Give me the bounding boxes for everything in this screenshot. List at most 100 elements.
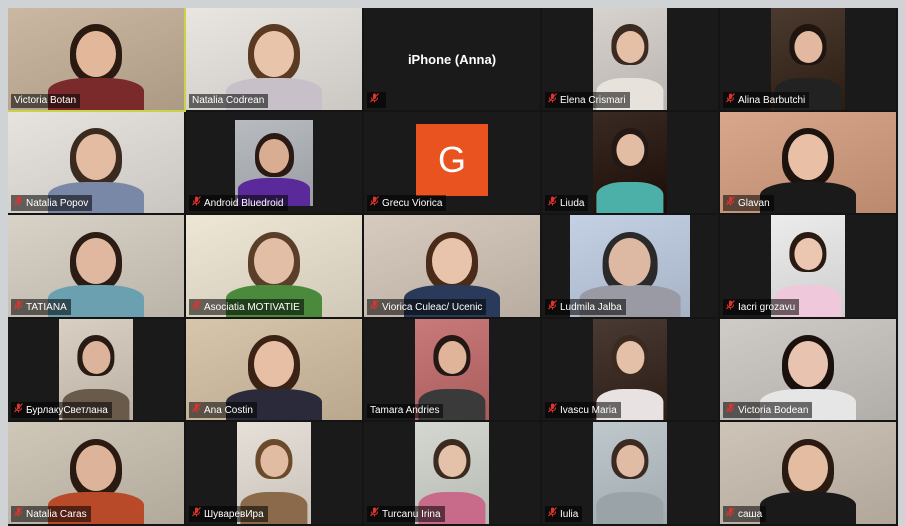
- participant-name-text: Android Bluedroid: [204, 198, 284, 210]
- mic-off-icon: [726, 403, 735, 413]
- participant-tile[interactable]: Victoria Bodean: [720, 318, 898, 423]
- video-feed: [593, 111, 667, 214]
- muted-microphone-icon: [726, 299, 735, 314]
- mic-off-icon: [192, 196, 201, 206]
- participant-name-label: Natalia Codrean: [189, 93, 269, 108]
- muted-microphone-icon: [192, 507, 201, 521]
- participant-tile[interactable]: Liuda: [542, 111, 720, 216]
- participant-tile[interactable]: TATIANA: [8, 215, 186, 319]
- participant-name-text: ШуваревИра: [204, 508, 264, 520]
- participant-tile[interactable]: Glavan: [720, 111, 898, 216]
- muted-microphone-icon: [370, 196, 379, 210]
- participant-name-text: Natalia Caras: [26, 508, 87, 520]
- participant-tile[interactable]: Iulia: [542, 422, 720, 526]
- participant-tile[interactable]: Alina Barbutchi: [720, 8, 898, 112]
- mic-off-icon: [548, 92, 557, 103]
- participant-name-text: Alina Barbutchi: [738, 94, 806, 106]
- participant-tile[interactable]: Natalia Popov: [8, 111, 186, 216]
- mic-off-icon: [192, 507, 201, 517]
- muted-microphone-icon: [370, 92, 379, 107]
- participant-name-label: Liuda: [545, 195, 589, 212]
- mic-off-icon: [370, 507, 379, 517]
- participant-name-label: саша: [723, 505, 767, 522]
- participant-tile[interactable]: БурлакуСветлана: [8, 318, 186, 423]
- participant-tile[interactable]: Ludmila Jalba: [542, 215, 720, 319]
- participant-tile[interactable]: iPhone (Anna): [364, 8, 542, 112]
- participant-name-label: Alina Barbutchi: [723, 91, 810, 108]
- participant-name-label: Viorica Culeac/ Ucenic: [367, 298, 487, 315]
- mic-off-icon: [192, 403, 201, 413]
- participant-tile[interactable]: Ana Costin: [186, 318, 364, 423]
- participant-tile[interactable]: Ivascu Maria: [542, 318, 720, 423]
- mic-off-icon: [548, 196, 557, 206]
- participant-tile[interactable]: Elena Crismari: [542, 8, 720, 112]
- participant-tile[interactable]: саша: [720, 422, 898, 526]
- participant-tile[interactable]: Natalia Codrean: [186, 8, 364, 112]
- participant-name-label: Ludmila Jalba: [545, 298, 626, 315]
- participant-name-label: Iulia: [545, 505, 583, 522]
- participant-name-label: Natalia Caras: [11, 505, 91, 522]
- participant-person: [760, 422, 856, 524]
- participant-name-label: Victoria Bodean: [723, 402, 813, 419]
- mic-off-icon: [726, 507, 735, 517]
- muted-microphone-icon: [726, 196, 735, 210]
- participant-tile[interactable]: G Grecu Viorica: [364, 111, 542, 216]
- mic-off-icon: [726, 299, 735, 310]
- participant-name-label: Natalia Popov: [11, 195, 93, 212]
- participant-tile[interactable]: Android Bluedroid: [186, 111, 364, 216]
- muted-microphone-icon: [548, 299, 557, 314]
- muted-microphone-icon: [726, 507, 735, 521]
- muted-microphone-icon: [370, 299, 379, 314]
- participant-name-label: Iacri grozavu: [723, 298, 800, 315]
- participant-name-label: Android Bluedroid: [189, 195, 288, 212]
- video-feed: [593, 422, 667, 524]
- participant-name-label: Asociatia MOTIVATIE: [189, 298, 304, 315]
- video-feed: [235, 119, 313, 206]
- participant-name-label: Ana Costin: [189, 402, 257, 419]
- participant-tile[interactable]: Victoria Botan: [8, 8, 186, 112]
- mic-off-icon: [726, 196, 735, 206]
- participant-name-text: Turcanu Irina: [382, 508, 441, 520]
- mic-off-icon: [726, 92, 735, 103]
- participant-tile[interactable]: Tamara Andries: [364, 318, 542, 423]
- muted-microphone-icon: [14, 403, 23, 417]
- participant-tile[interactable]: Turcanu Irina: [364, 422, 542, 526]
- muted-microphone-icon: [192, 403, 201, 417]
- mic-off-icon: [370, 92, 379, 103]
- participant-name-text: Iulia: [560, 508, 579, 520]
- participant-name-text: Ludmila Jalba: [560, 301, 622, 313]
- participant-name-text: Tamara Andries: [370, 405, 440, 417]
- participant-name-text: Natalia Popov: [26, 198, 89, 210]
- participant-tile[interactable]: ШуваревИра: [186, 422, 364, 526]
- participant-name-label: Elena Crismari: [545, 91, 630, 108]
- participant-person: [596, 112, 664, 214]
- participant-name-text: Viorica Culeac/ Ucenic: [382, 301, 483, 313]
- muted-microphone-icon: [192, 196, 201, 210]
- muted-microphone-icon: [548, 507, 557, 521]
- mic-off-icon: [14, 403, 23, 413]
- participant-name-label: Tamara Andries: [367, 404, 444, 419]
- participant-name-text: БурлакуСветлана: [26, 405, 108, 417]
- muted-microphone-icon: [14, 507, 23, 521]
- participant-tile[interactable]: Asociatia MOTIVATIE: [186, 215, 364, 319]
- participant-name-text: Ana Costin: [204, 405, 253, 417]
- mic-off-icon: [370, 299, 379, 310]
- participant-name-text: Elena Crismari: [560, 94, 626, 106]
- participant-name-label: БурлакуСветлана: [11, 402, 112, 419]
- participant-tile[interactable]: Natalia Caras: [8, 422, 186, 526]
- mic-off-icon: [548, 403, 557, 413]
- muted-microphone-icon: [14, 196, 23, 210]
- participant-name-text: Asociatia MOTIVATIE: [204, 301, 300, 313]
- muted-microphone-icon: [14, 299, 23, 314]
- participant-name-text: Ivascu Maria: [560, 405, 617, 417]
- participant-name-text: Grecu Viorica: [382, 198, 443, 210]
- participant-name-text: Natalia Codrean: [192, 94, 265, 106]
- participant-tile[interactable]: Viorica Culeac/ Ucenic: [364, 215, 542, 319]
- muted-microphone-icon: [548, 403, 557, 417]
- participant-name-text: Victoria Bodean: [738, 405, 809, 417]
- participant-name-text: саша: [738, 508, 763, 520]
- participant-name-text: Glavan: [738, 198, 770, 210]
- muted-microphone-icon: [548, 92, 557, 107]
- participant-name-label: Grecu Viorica: [367, 195, 447, 212]
- participant-tile[interactable]: Iacri grozavu: [720, 215, 898, 319]
